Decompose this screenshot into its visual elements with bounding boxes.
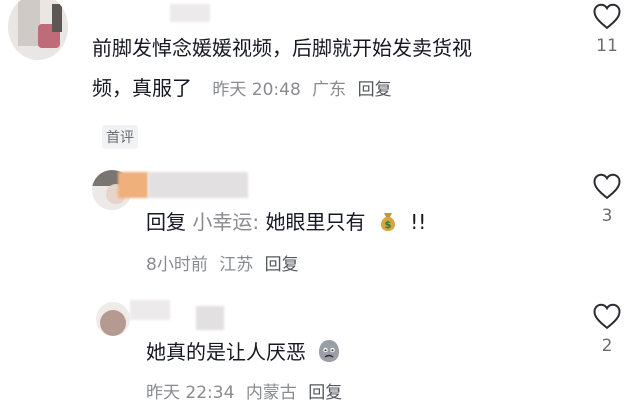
comment-time: 昨天 20:48	[212, 80, 301, 100]
username-redacted[interactable]	[196, 306, 224, 330]
comment-location: 广东	[312, 80, 347, 100]
money-bag-icon: $	[380, 213, 395, 231]
comment-meta: 昨天 20:48 广东 回复	[212, 80, 391, 100]
username-redacted	[118, 172, 148, 198]
username-redacted[interactable]	[148, 172, 248, 198]
reply-button[interactable]: 回复	[358, 80, 392, 100]
comment-text-line-2: 频，真服了 昨天 20:48 广东 回复	[92, 72, 392, 107]
heart-icon	[593, 3, 621, 30]
comment-text-line-1: 前脚发悼念媛媛视频，后脚就开始发卖货视	[92, 36, 472, 60]
comment-text: 她真的是让人厌恶	[146, 336, 342, 369]
comment-location: 内蒙古	[245, 383, 297, 403]
comment-time: 8小时前	[146, 255, 208, 275]
reply-button[interactable]: 回复	[265, 255, 299, 275]
reply-content: 她眼里只有	[265, 210, 366, 234]
svg-text:$: $	[384, 220, 391, 231]
disgusted-face-icon	[319, 340, 340, 362]
avatar[interactable]	[8, 0, 68, 60]
reply-suffix: !!	[410, 210, 427, 234]
like-count: 2	[601, 336, 613, 356]
comment-text-line-2-content: 频，真服了	[92, 76, 192, 100]
avatar[interactable]	[96, 302, 130, 336]
comment-content: 她真的是让人厌恶	[146, 340, 306, 364]
username-redacted[interactable]	[170, 4, 210, 22]
like-button[interactable]: 11	[592, 2, 622, 56]
username-redacted	[130, 300, 170, 320]
heart-icon	[593, 303, 621, 330]
comment-location: 江苏	[219, 255, 254, 275]
comment-meta: 8小时前 江苏 回复	[146, 250, 305, 275]
reply-text: 回复 小幸运: 她眼里只有 $ !!	[146, 206, 426, 239]
comment-time: 昨天 22:34	[146, 383, 235, 403]
reply-button[interactable]: 回复	[308, 383, 342, 403]
reply-prefix: 回复	[146, 210, 186, 234]
like-count: 11	[596, 36, 618, 56]
like-button[interactable]: 3	[592, 172, 622, 226]
reply-target-name[interactable]: 小幸运:	[192, 210, 259, 234]
like-count: 3	[601, 206, 613, 226]
first-comment-badge: 首评	[102, 125, 138, 149]
like-button[interactable]: 2	[592, 302, 622, 356]
comment-meta: 昨天 22:34 内蒙古 回复	[146, 378, 348, 403]
heart-icon	[593, 173, 621, 200]
